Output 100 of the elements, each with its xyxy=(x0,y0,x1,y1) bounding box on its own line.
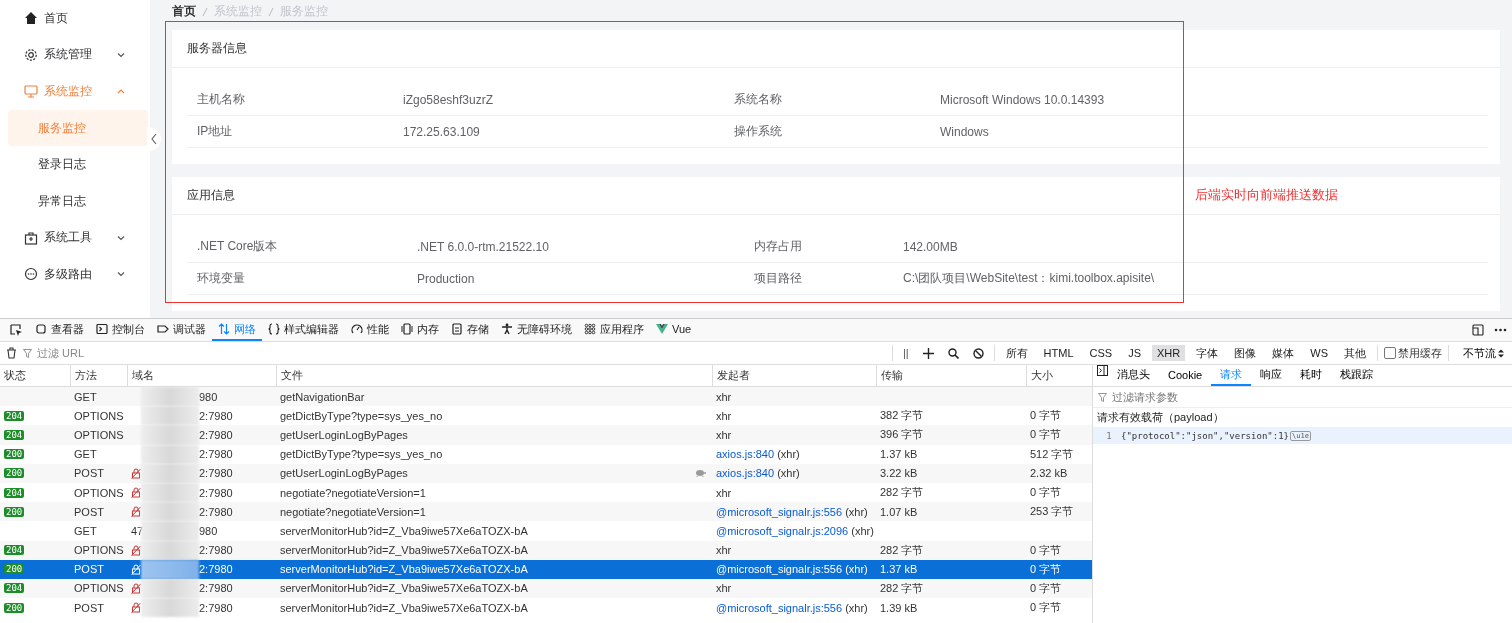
type-filter-button[interactable]: XHR xyxy=(1152,345,1186,361)
detail-tab[interactable]: 响应 xyxy=(1251,365,1292,386)
pause-button[interactable]: || xyxy=(898,347,913,359)
nav-item[interactable]: 系统管理 xyxy=(0,36,150,74)
line-number: 1 xyxy=(1105,430,1113,441)
request-row[interactable]: 200 GET 2:7980 getDictByType?type=sys_yes_no axios.js:840 (xhr) 1.37 kB 512 字节 xyxy=(0,444,1092,464)
type-filter-button[interactable]: 其他 xyxy=(1339,343,1371,363)
devtools-tab[interactable]: 性能 xyxy=(345,319,395,341)
url-filter-field[interactable]: 过滤 URL xyxy=(35,346,239,360)
chevron-left-icon xyxy=(150,133,158,145)
card-title: 服务器信息 xyxy=(172,30,1500,68)
field-value: 142.00MB xyxy=(902,239,959,254)
field-label: .NET Core版本 xyxy=(196,238,279,255)
file-cell-text: negotiate?negotiateVersion=1 xyxy=(280,486,427,499)
column-header[interactable]: 传输 xyxy=(876,365,1026,386)
method-cell-text: OPTIONS xyxy=(73,582,125,595)
method-cell-text: OPTIONS xyxy=(73,544,125,557)
nav-subitem[interactable]: 异常日志 xyxy=(8,182,148,220)
nav-item[interactable]: 首页 xyxy=(0,0,150,37)
detail-tab[interactable]: 耗时 xyxy=(1291,365,1332,386)
transfer-size: 382 字节 xyxy=(880,409,924,422)
nav-item[interactable]: 多级路由 xyxy=(0,256,150,293)
type-filter-button[interactable]: CSS xyxy=(1084,345,1118,361)
type-filter-button[interactable]: 图像 xyxy=(1229,343,1262,363)
request-row[interactable]: 204 OPTIONS 2:7980 getUserLoginLogByPages xhr 396 字节 0 字节 xyxy=(0,425,1092,445)
devtools-tab[interactable]: 样式编辑器 xyxy=(262,319,345,341)
trash-icon[interactable] xyxy=(6,347,17,359)
breadcrumb-item[interactable]: 首页 xyxy=(172,3,196,20)
method-cell-text: OPTIONS xyxy=(73,428,125,441)
method-cell-text: OPTIONS xyxy=(73,409,125,422)
initiator-link[interactable]: axios.js:840 xyxy=(716,448,775,461)
detail-tab[interactable]: 请求 xyxy=(1211,365,1252,386)
element-picker-icon[interactable] xyxy=(10,323,23,337)
gauge-icon xyxy=(351,323,363,335)
field-label: 项目路径 xyxy=(753,270,803,287)
request-row[interactable]: 200 POST 2:7980 getUserLoginLogByPages axios.js:840 (xhr) 3.22 kB 2.32 kB xyxy=(0,463,1092,483)
initiator-text: xhr xyxy=(716,390,732,403)
column-header[interactable]: 域名 xyxy=(127,365,276,386)
initiator-text: xhr xyxy=(716,428,732,441)
request-row[interactable]: 200 POST 2:7980 serverMonitorHub?id=Z_Vba9iwe57Xe6aTOZX-bA @microsoft_signalr.js:556 (xhr) 1.39 kB 0 字节 xyxy=(0,598,1092,618)
transfer-size: 282 字节 xyxy=(880,581,924,594)
file-cell-text: serverMonitorHub?id=Z_Vba9iwe57Xe6aTOZX-bA xyxy=(280,582,529,595)
status-badge: 200 xyxy=(4,564,25,575)
request-row[interactable]: 200 POST 2:7980 negotiate?negotiateVersion=1 @microsoft_signalr.js:556 (xhr) 1.07 kB 253 字节 xyxy=(0,502,1092,522)
sidebar-toggle-icon[interactable] xyxy=(1097,365,1108,376)
initiator-link[interactable]: @microsoft_signalr.js:556 xyxy=(716,505,843,518)
nav-item[interactable]: 系统工具 xyxy=(0,219,150,257)
initiator-text: xhr xyxy=(716,409,732,422)
devtools-tab[interactable]: 网络 xyxy=(212,319,262,341)
devtools-tab[interactable]: 无障碍环境 xyxy=(495,319,578,341)
more-options-icon[interactable] xyxy=(1494,328,1507,332)
request-row[interactable]: 204 OPTIONS 2:7980 negotiate?negotiateVersion=1 xhr 282 字节 0 字节 xyxy=(0,482,1092,503)
domain-text: 2:7980 xyxy=(199,601,233,614)
devtools-tab[interactable]: 控制台 xyxy=(90,319,151,341)
detail-tab[interactable]: 栈跟踪 xyxy=(1331,365,1383,386)
type-filter-button[interactable]: 媒体 xyxy=(1267,343,1300,363)
request-row[interactable]: 204 OPTIONS 2:7980 getDictByType?type=sys_yes_no xhr 382 字节 0 字节 xyxy=(0,406,1092,426)
type-filter-button[interactable]: JS xyxy=(1123,345,1147,361)
devtools-tab[interactable]: 内存 xyxy=(395,319,445,341)
column-header[interactable]: 方法 xyxy=(70,365,127,386)
devtools-tab[interactable]: 调试器 xyxy=(151,319,212,341)
type-filter-button[interactable]: 字体 xyxy=(1191,343,1224,363)
checkbox-label: 禁用缓存 xyxy=(1398,345,1442,361)
request-row[interactable]: GET 47 980 serverMonitorHub?id=Z_Vba9iwe57Xe6aTOZX-bA @microsoft_signalr.js:2096 (xhr) xyxy=(0,521,1092,541)
column-header[interactable]: 状态 xyxy=(0,365,70,386)
initiator-link[interactable]: @microsoft_signalr.js:556 xyxy=(716,601,843,614)
status-badge: 200 xyxy=(4,468,25,479)
column-header[interactable]: 发起者 xyxy=(712,365,876,386)
request-row[interactable]: 204 OPTIONS 2:7980 serverMonitorHub?id=Z_Vba9iwe57Xe6aTOZX-bA xhr 282 字节 0 字节 xyxy=(0,578,1092,599)
type-filter-button[interactable]: 所有 xyxy=(1000,343,1033,363)
initiator-link[interactable]: @microsoft_signalr.js:556 xyxy=(716,563,843,576)
field-label: 操作系统 xyxy=(733,123,783,140)
file-cell-text: serverMonitorHub?id=Z_Vba9iwe57Xe6aTOZX-bA xyxy=(280,544,529,557)
type-filter-button[interactable]: HTML xyxy=(1038,345,1079,361)
type-filter-button[interactable]: WS xyxy=(1305,345,1333,361)
request-row[interactable]: GET 980 getNavigationBar xhr xyxy=(0,387,1092,407)
detail-tab[interactable]: Cookie xyxy=(1159,365,1212,386)
nav-subitem[interactable]: 登录日志 xyxy=(8,146,148,183)
devtools-tab[interactable]: 存储 xyxy=(445,319,495,341)
devtools-tab[interactable]: Vue xyxy=(650,319,698,341)
field-label: 内存占用 xyxy=(753,238,803,255)
param-filter-field[interactable]: 过滤请求参数 xyxy=(1110,390,1256,404)
blurred-region xyxy=(141,482,199,503)
initiator-link[interactable]: axios.js:840 xyxy=(716,467,775,480)
devtools-tab[interactable]: 查看器 xyxy=(29,319,90,341)
throttle-dropdown[interactable]: 不节流 xyxy=(1455,345,1512,361)
request-row[interactable]: 200 POST 2:7980 serverMonitorHub?id=Z_Vba9iwe57Xe6aTOZX-bA @microsoft_signalr.js:556 (xhr) 1.37 kB 0 字节 xyxy=(0,559,1092,579)
column-header[interactable]: 文件 xyxy=(276,365,712,386)
devtools-tab[interactable]: 应用程序 xyxy=(578,319,650,341)
response-size: 2.32 kB xyxy=(1030,467,1068,480)
column-header[interactable]: 大小 xyxy=(1026,365,1092,386)
initiator-link[interactable]: @microsoft_signalr.js:2096 xyxy=(716,524,849,537)
detail-tab[interactable]: 消息头 xyxy=(1108,365,1159,386)
checkbox[interactable] xyxy=(1384,347,1396,359)
request-row[interactable]: 204 OPTIONS 2:7980 serverMonitorHub?id=Z_Vba9iwe57Xe6aTOZX-bA xhr 282 字节 0 字节 xyxy=(0,540,1092,560)
file-cell-text: getUserLoginLogByPages xyxy=(280,467,409,480)
domain-text: 2:7980 xyxy=(199,448,233,461)
file-cell-text: getUserLoginLogByPages xyxy=(280,428,409,441)
blurred-region xyxy=(141,578,199,599)
dock-layout-icon[interactable] xyxy=(1472,324,1484,336)
